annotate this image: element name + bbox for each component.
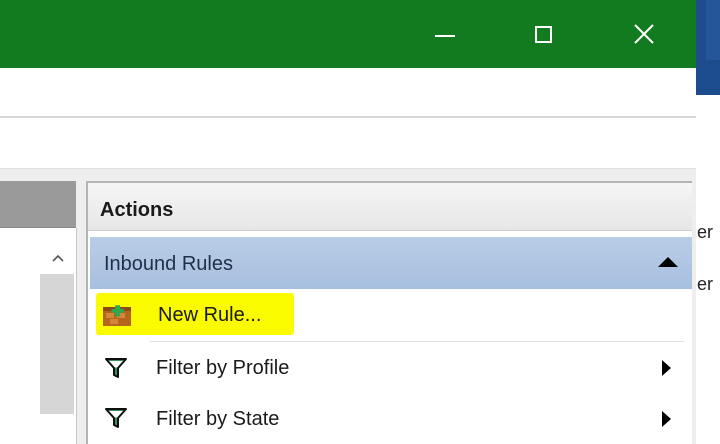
chevron-up-icon bbox=[52, 254, 64, 262]
filter-by-state-label: Filter by State bbox=[156, 408, 280, 430]
background-window-text: er bbox=[697, 222, 714, 242]
new-rule-label: New Rule... bbox=[158, 304, 262, 326]
rules-list-header bbox=[0, 181, 76, 228]
minimize-icon bbox=[435, 35, 455, 37]
background-window-titlebar bbox=[696, 0, 720, 95]
filter-icon bbox=[105, 358, 127, 378]
maximize-button[interactable] bbox=[508, 0, 578, 68]
filter-by-profile-label: Filter by Profile bbox=[156, 357, 290, 379]
new-rule-icon bbox=[103, 305, 131, 326]
collapse-caret-icon[interactable] bbox=[658, 257, 678, 267]
actions-title: Actions bbox=[100, 199, 174, 221]
maximize-icon bbox=[534, 25, 552, 43]
title-bar bbox=[0, 0, 696, 68]
close-button[interactable] bbox=[608, 0, 680, 68]
minimize-button[interactable] bbox=[410, 0, 480, 68]
submenu-arrow-icon bbox=[662, 411, 671, 427]
submenu-arrow-icon bbox=[662, 360, 671, 376]
filter-icon bbox=[105, 408, 127, 428]
scrollbar-thumb[interactable] bbox=[40, 274, 74, 414]
scroll-up-button[interactable] bbox=[40, 244, 76, 272]
actions-header bbox=[88, 183, 692, 231]
background-window-text: er bbox=[697, 274, 714, 294]
inbound-rules-label: Inbound Rules bbox=[104, 253, 233, 275]
close-icon bbox=[634, 24, 654, 44]
toolbar bbox=[0, 118, 696, 169]
menu-bar bbox=[0, 68, 696, 118]
